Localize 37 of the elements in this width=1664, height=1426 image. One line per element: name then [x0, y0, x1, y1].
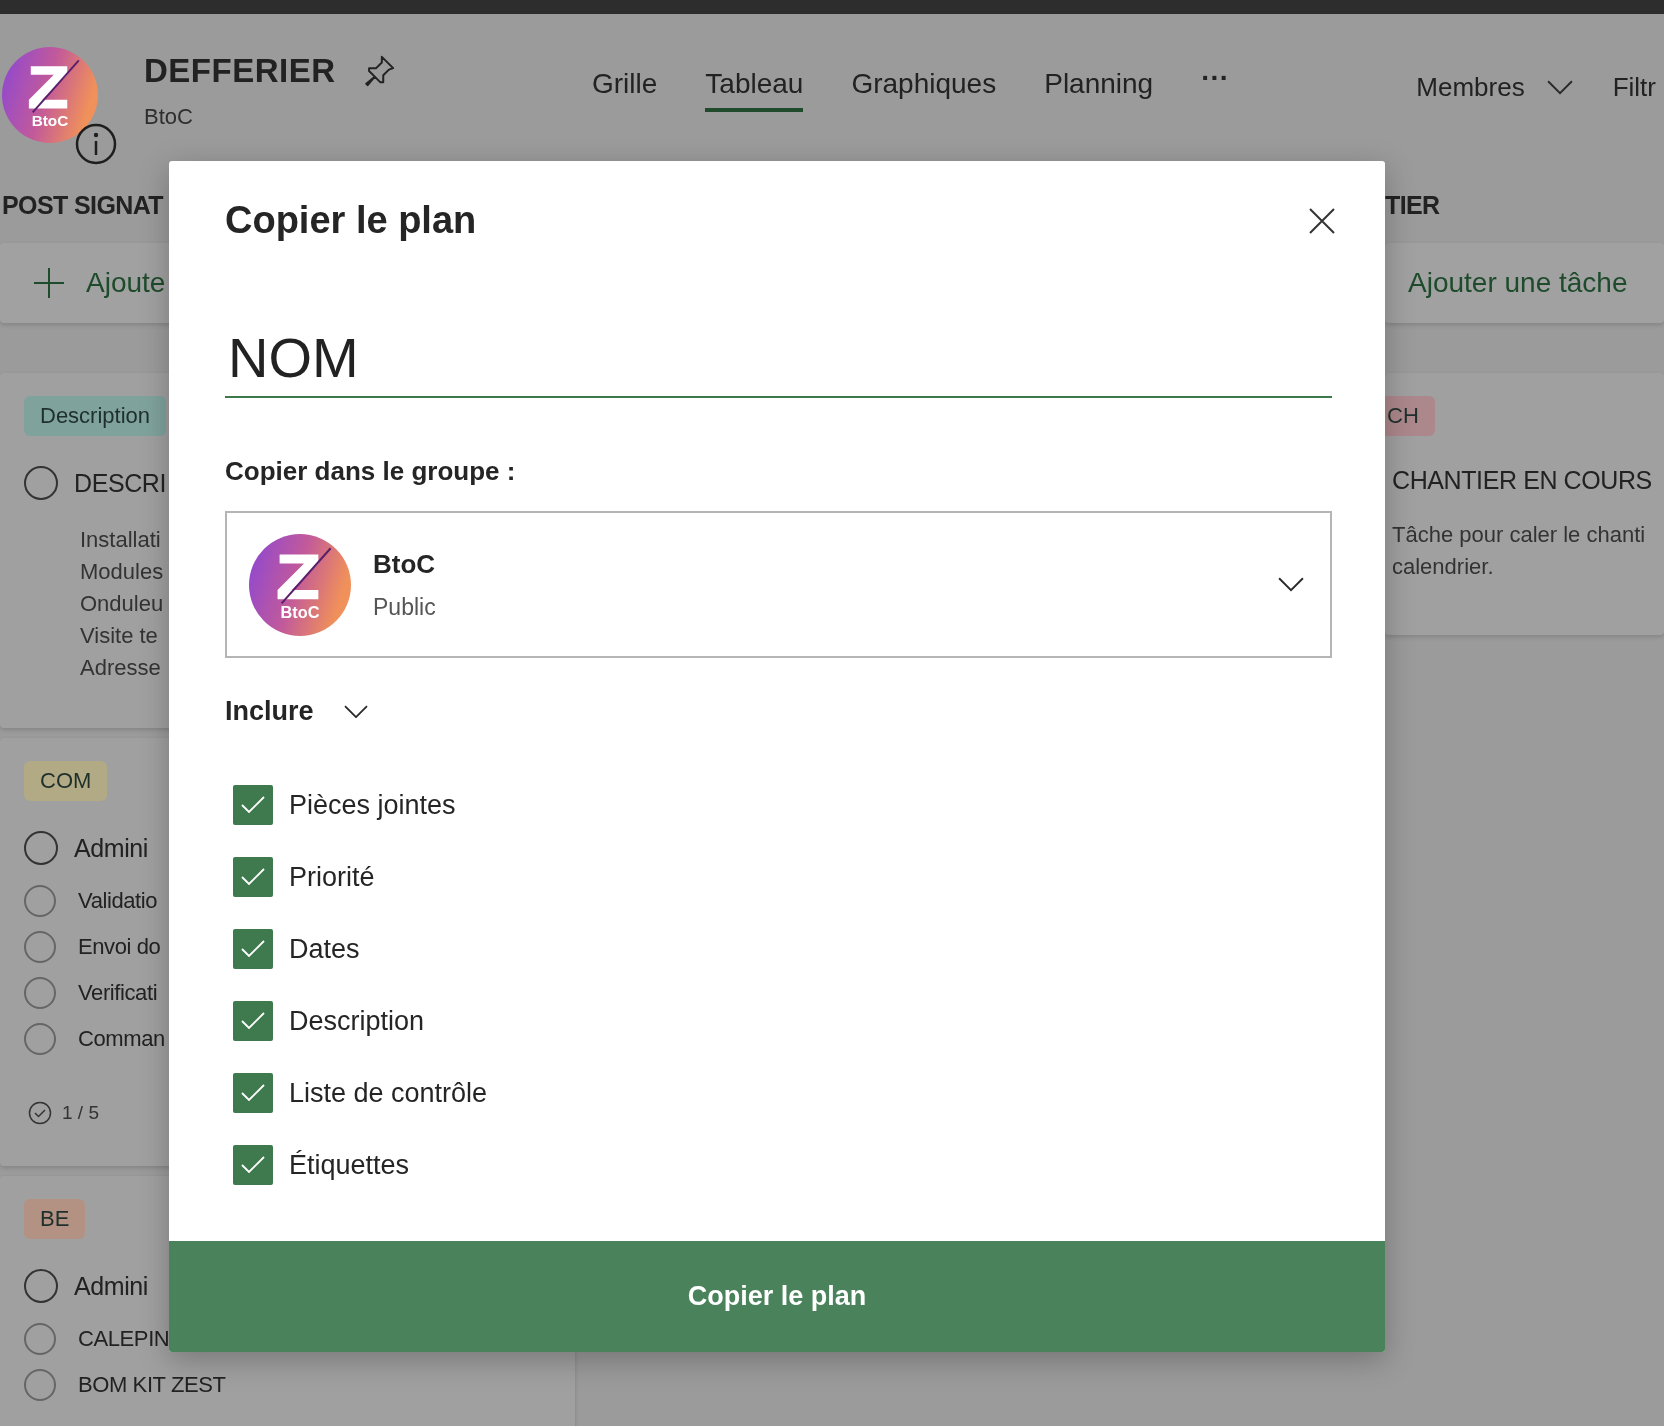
task-title: Admini	[74, 1271, 149, 1301]
group-visibility: Public	[373, 593, 437, 621]
plan-avatar: BtoC	[2, 47, 98, 143]
task-description: calendrier.	[1392, 553, 1495, 581]
group-name: BtoC	[144, 104, 194, 130]
option-label: Priorité	[289, 861, 375, 893]
subtask-title: Comman	[78, 1026, 165, 1052]
checklist-count: 1 / 5	[62, 1102, 99, 1124]
subtask-title: Validatio	[78, 888, 158, 914]
column-title: POST SIGNAT	[2, 191, 163, 221]
task-description: Installati	[80, 526, 162, 554]
task-title: DESCRI	[74, 468, 167, 498]
group-label: Copier dans le groupe :	[225, 456, 517, 487]
option-label: Liste de contrôle	[289, 1077, 488, 1109]
column-title: TIER	[1385, 191, 1440, 221]
task-title: Admini	[74, 833, 149, 863]
task-title: CHANTIER EN COURS	[1392, 466, 1652, 495]
option-label: Dates	[289, 933, 360, 965]
task-description: Onduleu	[80, 590, 164, 618]
plan-title: DEFFERIER	[144, 52, 336, 90]
dialog-title: Copier le plan	[225, 199, 477, 242]
option-label: Étiquettes	[289, 1149, 410, 1181]
task-description: Visite te	[80, 622, 159, 650]
task-description: Adresse	[80, 654, 162, 682]
option-label: Description	[289, 1005, 425, 1037]
subtask-title: CALEPIN	[78, 1326, 170, 1352]
group-name: BtoC	[373, 548, 437, 580]
option-label: Pièces jointes	[289, 789, 456, 821]
subtask-title: Envoi do	[78, 934, 161, 960]
label-tag: COM	[24, 761, 108, 801]
group-avatar: BtoC	[249, 533, 351, 636]
task-description: Tâche pour caler le chanti	[1392, 521, 1646, 549]
label-tag: Description	[24, 396, 167, 436]
task-description: Modules	[80, 558, 164, 586]
subtask-title: Verificati	[78, 980, 158, 1006]
subtask-title: BOM KIT ZEST	[78, 1372, 226, 1398]
label-tag: BE	[24, 1199, 86, 1239]
